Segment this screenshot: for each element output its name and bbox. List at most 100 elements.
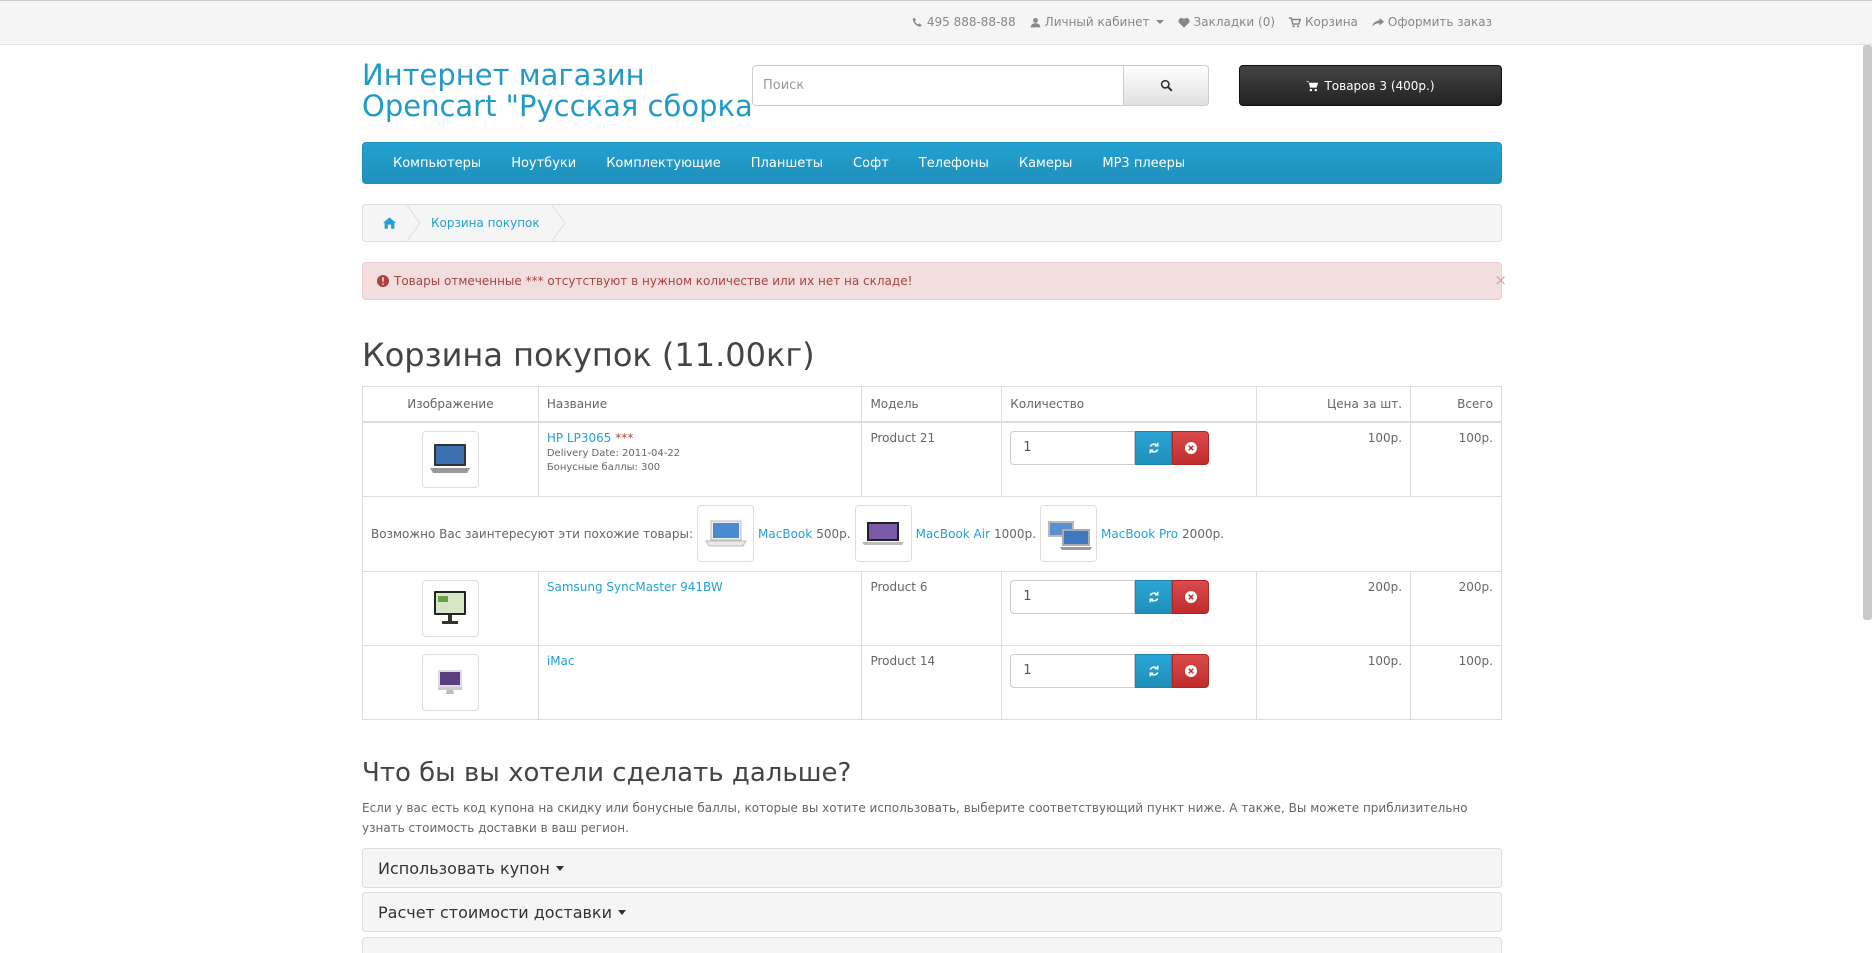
coupon-panel-toggle[interactable]: Использовать купон (362, 848, 1502, 888)
product-thumbnail[interactable] (421, 579, 479, 637)
cart-link[interactable]: Корзина (1289, 15, 1358, 29)
menu-item-computers[interactable]: Компьютеры (393, 156, 481, 171)
account-dropdown[interactable]: Личный кабинет (1030, 15, 1164, 29)
cell-image (362, 644, 539, 720)
menu-item-laptops[interactable]: Ноутбуки (511, 156, 576, 171)
close-icon[interactable]: × (1494, 271, 1507, 289)
cell-total: 100р. (1410, 644, 1502, 720)
chevron-down-icon (1155, 20, 1164, 24)
coupon-panel-label: Использовать купон (378, 858, 550, 878)
remove-button[interactable] (1172, 430, 1210, 465)
product-thumbnail[interactable] (421, 653, 479, 711)
col-model: Модель (861, 386, 1003, 423)
related-thumbnail[interactable] (1040, 505, 1098, 562)
cell-total: 100р. (1410, 421, 1502, 497)
macbook-air-image (862, 521, 905, 545)
refresh-icon (1149, 442, 1159, 453)
share-icon (1371, 17, 1384, 27)
update-button[interactable] (1135, 653, 1173, 688)
cell-name: HP LP3065 *** Delivery Date: 2011-04-22 … (537, 421, 863, 497)
col-name: Название (537, 386, 863, 423)
store-logo[interactable]: Интернет магазин Opencart "Русская сборк… (362, 60, 766, 122)
quantity-group (1010, 430, 1248, 465)
breadcrumb-home[interactable] (363, 205, 415, 241)
phone-icon (912, 17, 922, 27)
table-row: iMac Product 14 100р. 100р. (362, 644, 1502, 720)
times-circle-icon (1184, 441, 1197, 454)
quantity-input[interactable] (1010, 430, 1136, 465)
quantity-group (1010, 579, 1248, 614)
cell-unit-price: 200р. (1256, 570, 1412, 646)
update-button[interactable] (1135, 579, 1173, 614)
product-link[interactable]: iMac (547, 654, 575, 668)
col-total: Всего (1410, 386, 1502, 423)
remove-button[interactable] (1172, 653, 1210, 688)
quantity-input[interactable] (1010, 653, 1136, 688)
imac-image (438, 670, 463, 694)
cell-image (362, 570, 539, 646)
menu-item-mp3[interactable]: MP3 плееры (1102, 156, 1185, 171)
related-product-link[interactable]: MacBook Air (916, 527, 990, 541)
wishlist-text: Закладки (0) (1193, 15, 1276, 29)
breadcrumb-cart[interactable]: Корзина покупок (431, 216, 540, 230)
menu-item-tablets[interactable]: Планшеты (751, 156, 823, 171)
refresh-icon (1149, 591, 1159, 602)
shopping-cart-icon (1289, 16, 1302, 27)
product-link[interactable]: HP LP3065 (547, 431, 612, 445)
shipping-panel-label: Расчет стоимости доставки (378, 902, 612, 922)
caret-down-icon (617, 909, 626, 915)
scrollbar[interactable] (1863, 45, 1872, 620)
menu-item-components[interactable]: Комплектующие (606, 156, 721, 171)
shipping-panel-toggle[interactable]: Расчет стоимости доставки (362, 892, 1502, 932)
phone-link[interactable]: 495 888-88-88 (912, 15, 1016, 29)
cell-name: iMac (537, 644, 863, 720)
caret-down-icon (555, 865, 564, 871)
related-product-link[interactable]: MacBook (758, 527, 812, 541)
table-row: Samsung SyncMaster 941BW Product 6 200р.… (362, 570, 1502, 646)
remove-button[interactable] (1172, 579, 1210, 614)
cell-total: 200р. (1410, 570, 1502, 646)
cell-quantity (1001, 421, 1258, 497)
product-link[interactable]: Samsung SyncMaster 941BW (547, 580, 723, 594)
search-input[interactable] (752, 65, 1124, 106)
related-product-link[interactable]: MacBook Pro (1101, 527, 1178, 541)
menu-item-phones[interactable]: Телефоны (919, 156, 989, 171)
breadcrumb-separator (551, 205, 566, 241)
cart-text: Корзина (1305, 15, 1358, 29)
delivery-date: Delivery Date: 2011-04-22 (546, 447, 681, 459)
next-steps-title: Что бы вы хотели сделать дальше? (362, 758, 852, 788)
top-bar: 495 888-88-88 Личный кабинет Закладки (0… (0, 0, 1872, 45)
table-header-row: Изображение Название Модель Количество Ц… (362, 386, 1502, 423)
menu-item-cameras[interactable]: Камеры (1019, 156, 1073, 171)
header-cart-text: Товаров 3 (400р.) (1324, 78, 1435, 93)
cell-model: Product 21 (861, 421, 1003, 497)
alert-text: Товары отмеченные *** отсутствуют в нужн… (394, 274, 913, 288)
macbook-pro-image (1047, 520, 1092, 550)
product-thumbnail[interactable] (421, 430, 479, 488)
wishlist-link[interactable]: Закладки (0) (1178, 15, 1275, 29)
related-product-price: 2000р. (1182, 526, 1225, 541)
related-label: Возможно Вас заинтересуют эти похожие то… (371, 526, 694, 541)
related-product-price: 500р. (816, 526, 851, 541)
related-thumbnail[interactable] (697, 505, 755, 562)
cell-unit-price: 100р. (1256, 644, 1412, 720)
search-button[interactable] (1124, 65, 1209, 106)
next-steps-description: Если у вас есть код купона на скидку или… (362, 801, 1468, 835)
update-button[interactable] (1135, 430, 1173, 465)
page-title: Корзина покупок (11.00кг) (362, 336, 815, 374)
breadcrumb: Корзина покупок (362, 204, 1502, 242)
search-icon (1160, 79, 1172, 92)
menu-item-software[interactable]: Софт (853, 156, 889, 171)
laptop-image (430, 444, 471, 473)
stock-alert: Товары отмеченные *** отсутствуют в нужн… (362, 262, 1507, 300)
header-cart-button[interactable]: Товаров 3 (400р.) (1239, 65, 1502, 106)
bonus-points: Бонусные баллы: 300 (546, 461, 661, 473)
related-thumbnail[interactable] (854, 505, 912, 562)
col-image: Изображение (362, 386, 539, 423)
cell-name: Samsung SyncMaster 941BW (537, 570, 863, 646)
checkout-link[interactable]: Оформить заказ (1371, 15, 1492, 29)
collapsed-panel-partial[interactable] (362, 937, 1502, 953)
quantity-input[interactable] (1010, 579, 1136, 614)
monitor-image (434, 591, 467, 624)
main-menu: Компьютеры Ноутбуки Комплектующие Планше… (362, 142, 1502, 184)
